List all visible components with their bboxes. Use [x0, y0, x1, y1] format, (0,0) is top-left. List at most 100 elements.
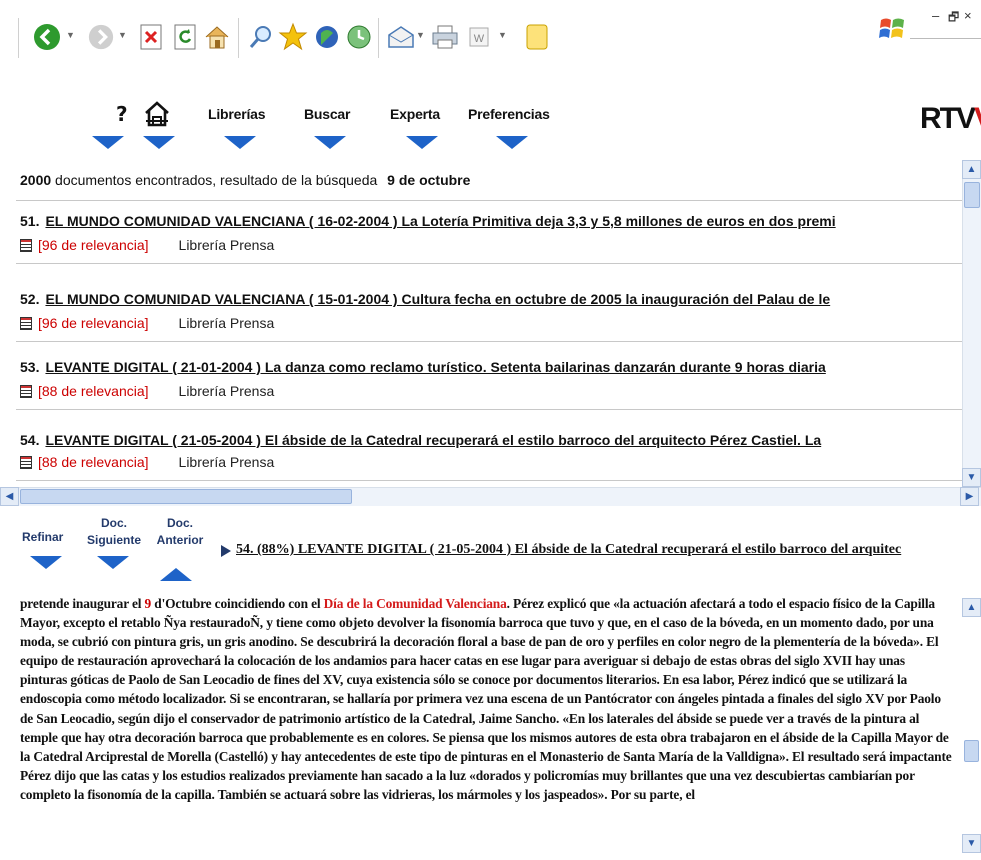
body-vertical-scrollbar[interactable]: ▲ ▼	[962, 594, 981, 860]
media-icon[interactable]	[310, 20, 344, 54]
library-label: Librería Prensa	[178, 315, 275, 331]
favorites-icon[interactable]	[276, 20, 310, 54]
result-number: 52.	[20, 291, 40, 307]
doc-siguiente-line1: Doc.	[100, 516, 127, 530]
restore-button[interactable]: 🗗	[948, 8, 959, 29]
toolbar-separator	[238, 18, 239, 58]
scroll-right-icon[interactable]: ▶	[960, 487, 979, 506]
edit-icon[interactable]: W	[462, 20, 496, 54]
result-title-text: LEVANTE DIGITAL ( 21-01-2004 ) La danza …	[45, 359, 826, 375]
scroll-down-icon[interactable]: ▼	[962, 468, 981, 487]
forward-dropdown-icon[interactable]: ▼	[118, 30, 127, 40]
refinar-arrow-icon[interactable]	[30, 556, 62, 569]
results-summary-text: documentos encontrados, resultado de la …	[55, 172, 378, 188]
result-number: 53.	[20, 359, 40, 375]
mail-dropdown-icon[interactable]: ▼	[416, 30, 425, 40]
document-navigation-bar: Refinar Doc. Siguiente Doc. Anterior 54.…	[0, 506, 981, 594]
mail-icon[interactable]	[384, 20, 418, 54]
refresh-icon[interactable]	[168, 20, 202, 54]
highlight-term: Día de la Comunidad Valenciana	[323, 596, 507, 611]
result-title-text: EL MUNDO COMUNIDAD VALENCIANA ( 16-02-20…	[45, 213, 836, 229]
result-title-52[interactable]: 52. EL MUNDO COMUNIDAD VALENCIANA ( 15-01…	[20, 291, 830, 307]
library-label: Librería Prensa	[178, 454, 275, 470]
result-meta-52: [96 de relevancia] Librería Prensa	[20, 315, 274, 331]
search-icon[interactable]	[244, 20, 278, 54]
toolbar-separator	[378, 18, 379, 58]
nav-buscar[interactable]: Buscar	[304, 106, 350, 122]
toolbar-grip	[18, 18, 19, 58]
result-title-54[interactable]: 54. LEVANTE DIGITAL ( 21-05-2004 ) El ábs…	[20, 432, 821, 448]
result-meta-53: [88 de relevancia] Librería Prensa	[20, 383, 274, 399]
body-text-segment: pretende inaugurar el	[20, 596, 145, 611]
divider	[16, 341, 962, 342]
rtvv-logo: RTVV	[920, 102, 981, 136]
help-button[interactable]: ?	[116, 102, 128, 126]
results-horizontal-scrollbar[interactable]: ◀ ▶	[0, 487, 981, 506]
doc-anterior-line1: Doc.	[166, 516, 193, 530]
home-arrow-icon[interactable]	[143, 136, 175, 149]
back-dropdown-icon[interactable]: ▼	[66, 30, 75, 40]
buscar-arrow-icon[interactable]	[314, 136, 346, 149]
scroll-up-icon[interactable]: ▲	[962, 598, 981, 617]
document-icon[interactable]	[20, 239, 32, 252]
result-title-53[interactable]: 53. LEVANTE DIGITAL ( 21-01-2004 ) La dan…	[20, 359, 826, 375]
body-text-segment: . Pérez explicó que «la actuación afecta…	[20, 596, 952, 802]
relevance-label: [96 de relevancia]	[38, 237, 149, 253]
refinar-label[interactable]: Refinar	[22, 530, 63, 544]
document-body-text: pretende inaugurar el 9 d'Octubre coinci…	[20, 594, 955, 804]
scroll-thumb[interactable]	[964, 740, 979, 762]
home-nav-icon[interactable]	[144, 100, 170, 133]
experta-arrow-icon[interactable]	[406, 136, 438, 149]
forward-icon[interactable]	[84, 20, 118, 54]
doc-siguiente-line2: Siguiente	[86, 533, 141, 547]
print-icon[interactable]	[428, 20, 462, 54]
results-count: 2000	[20, 172, 52, 188]
window-divider	[910, 38, 981, 39]
windows-logo-icon	[876, 12, 910, 46]
document-icon[interactable]	[20, 456, 32, 469]
nav-experta[interactable]: Experta	[390, 106, 440, 122]
close-button[interactable]: ×	[964, 8, 972, 23]
results-vertical-scrollbar[interactable]: ▲ ▼	[962, 160, 981, 487]
history-icon[interactable]	[342, 20, 376, 54]
edit-dropdown-icon[interactable]: ▼	[498, 30, 507, 40]
logo-accent: V	[974, 102, 981, 135]
librerias-arrow-icon[interactable]	[224, 136, 256, 149]
result-meta-54: [88 de relevancia] Librería Prensa	[20, 454, 274, 470]
doc-siguiente-arrow-icon[interactable]	[97, 556, 129, 569]
divider	[16, 409, 962, 410]
scroll-up-icon[interactable]: ▲	[962, 160, 981, 179]
back-icon[interactable]	[30, 20, 64, 54]
relevance-label: [96 de relevancia]	[38, 315, 149, 331]
home-icon[interactable]	[200, 20, 234, 54]
nav-preferencias[interactable]: Preferencias	[468, 106, 550, 122]
library-label: Librería Prensa	[178, 237, 275, 253]
relevance-label: [88 de relevancia]	[38, 383, 149, 399]
app-navigation: ? Librerías Buscar Experta Preferencias …	[0, 80, 981, 160]
scroll-thumb[interactable]	[964, 182, 980, 208]
stop-icon[interactable]	[134, 20, 168, 54]
document-body-pane: pretende inaugurar el 9 d'Octubre coinci…	[0, 594, 981, 860]
body-text-segment: d'Octubre coincidiendo con el	[151, 596, 324, 611]
result-title-text: EL MUNDO COMUNIDAD VALENCIANA ( 15-01-20…	[45, 291, 831, 307]
scroll-left-icon[interactable]: ◀	[0, 487, 19, 506]
help-arrow-icon[interactable]	[92, 136, 124, 149]
nav-librerias[interactable]: Librerías	[208, 106, 266, 122]
minimize-button[interactable]: –	[932, 8, 939, 23]
doc-siguiente-button[interactable]: Doc. Siguiente	[80, 516, 148, 547]
document-title[interactable]: 54. (88%) LEVANTE DIGITAL ( 21-05-2004 )…	[236, 542, 901, 558]
scroll-down-icon[interactable]: ▼	[962, 834, 981, 853]
result-number: 54.	[20, 432, 40, 448]
results-query: 9 de octubre	[387, 172, 471, 188]
scroll-thumb[interactable]	[20, 489, 352, 504]
document-icon[interactable]	[20, 385, 32, 398]
preferencias-arrow-icon[interactable]	[496, 136, 528, 149]
document-icon[interactable]	[20, 317, 32, 330]
svg-text:W: W	[474, 33, 485, 45]
divider	[16, 480, 962, 481]
result-title-51[interactable]: 51. EL MUNDO COMUNIDAD VALENCIANA ( 16-02…	[20, 213, 836, 229]
doc-anterior-arrow-icon[interactable]	[160, 568, 192, 581]
results-summary: 2000 documentos encontrados, resultado d…	[20, 172, 470, 188]
notes-icon[interactable]	[520, 20, 554, 54]
doc-anterior-button[interactable]: Doc. Anterior	[150, 516, 210, 547]
